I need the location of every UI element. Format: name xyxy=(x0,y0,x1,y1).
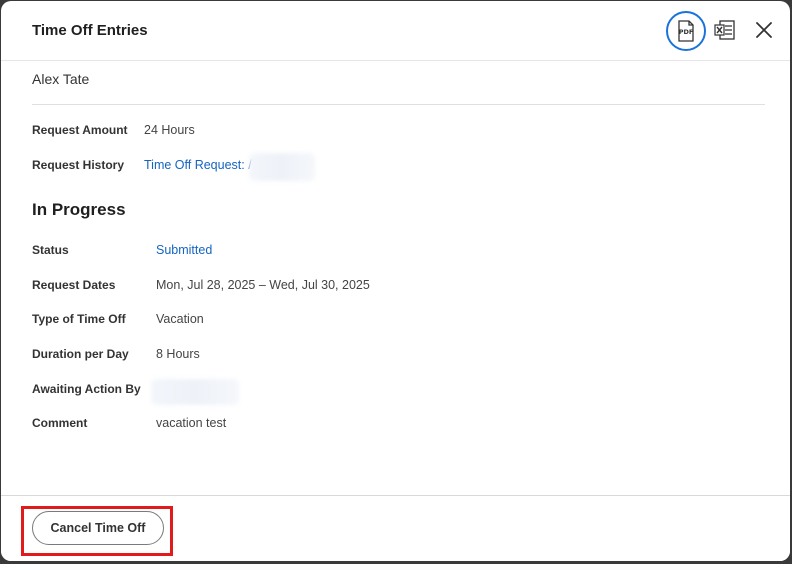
pdf-icon: PDF xyxy=(678,20,694,42)
request-amount-label: Request Amount xyxy=(32,123,128,137)
section-title-in-progress: In Progress xyxy=(32,200,126,219)
dialog-header: Time Off Entries PDF xyxy=(1,1,790,61)
excel-export-icon xyxy=(714,20,735,40)
pdf-export-button[interactable]: PDF xyxy=(666,11,706,51)
duration-per-day-label: Duration per Day xyxy=(32,347,129,361)
time-off-entries-dialog: Time Off Entries PDF Alex Tate Request A… xyxy=(1,1,790,561)
redacted-awaiting-action-by xyxy=(151,379,239,405)
request-dates-label: Request Dates xyxy=(32,278,116,292)
type-of-time-off-label: Type of Time Off xyxy=(32,312,126,326)
awaiting-action-by-label: Awaiting Action By xyxy=(32,382,141,396)
request-history-label: Request History xyxy=(32,158,125,172)
comment-value: vacation test xyxy=(156,416,227,430)
request-dates-value: Mon, Jul 28, 2025 – Wed, Jul 30, 2025 xyxy=(156,278,370,292)
request-amount-value: 24 Hours xyxy=(144,123,195,137)
status-label: Status xyxy=(32,243,69,257)
dialog-title: Time Off Entries xyxy=(32,22,148,39)
svg-text:PDF: PDF xyxy=(679,28,694,36)
comment-label: Comment xyxy=(32,416,88,430)
redacted-request-history xyxy=(249,153,315,181)
excel-export-button[interactable] xyxy=(712,17,738,43)
type-of-time-off-value: Vacation xyxy=(156,312,204,326)
close-icon xyxy=(756,22,772,38)
duration-per-day-value: 8 Hours xyxy=(156,347,200,361)
close-button[interactable] xyxy=(752,18,776,42)
status-value[interactable]: Submitted xyxy=(156,243,212,257)
request-history-link[interactable]: Time Off Request: / xyxy=(144,158,252,172)
cancel-time-off-button[interactable]: Cancel Time Off xyxy=(32,511,164,545)
worker-name: Alex Tate xyxy=(32,71,90,87)
divider xyxy=(32,104,765,105)
